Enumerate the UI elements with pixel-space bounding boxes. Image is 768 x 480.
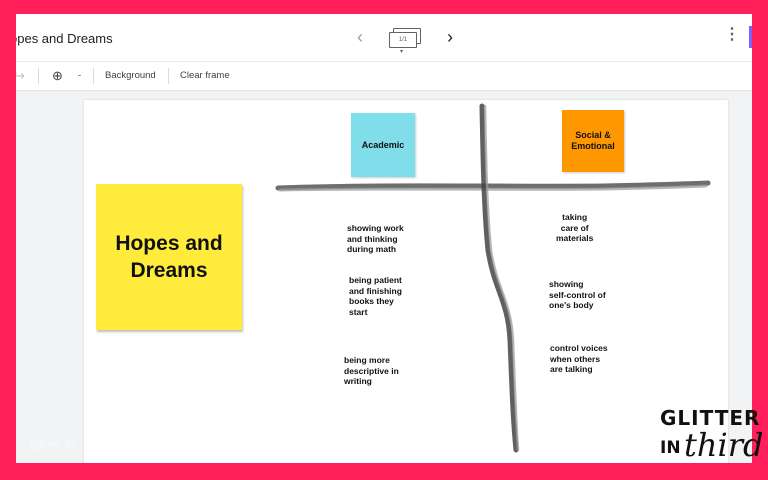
academic-note[interactable]: being more descriptive in writing <box>344 355 399 387</box>
academic-note[interactable]: being patient and finishing books they s… <box>349 275 402 317</box>
logo-text: IN <box>660 438 681 458</box>
academic-note[interactable]: showing work and thinking during math <box>347 223 404 255</box>
zoom-icon[interactable]: ⊕ <box>52 62 63 90</box>
logo-text: third <box>684 426 764 464</box>
toolbar: ↪ ⊕ - Background Clear frame <box>16 61 752 91</box>
watermark-text: Glitter in <box>30 438 75 452</box>
jamboard-app: opes and Dreams ‹ 1/1 ▾ › ⋮ ↪ ⊕ - Backgr… <box>16 14 752 463</box>
frame-indicator: 1/1 <box>389 32 417 48</box>
board-title[interactable]: opes and Dreams <box>16 31 113 46</box>
social-note[interactable]: control voices when others are talking <box>550 343 608 375</box>
board-canvas[interactable]: Hopes and Dreams Academic Social & Emoti… <box>84 100 728 463</box>
redo-icon[interactable]: ↪ <box>16 62 25 90</box>
toolbar-divider <box>38 68 39 84</box>
caret-down-icon: ▾ <box>400 49 404 55</box>
social-note[interactable]: taking care of materials <box>556 212 593 244</box>
more-options-icon[interactable]: ⋮ <box>724 27 740 43</box>
social-note[interactable]: showing self-control of one's body <box>549 279 606 311</box>
glitter-in-third-logo: GLITTER IN third <box>656 404 763 468</box>
next-frame-button[interactable]: › <box>440 27 460 48</box>
share-button-edge[interactable] <box>749 26 752 48</box>
top-bar: opes and Dreams ‹ 1/1 ▾ › ⋮ <box>16 14 752 61</box>
hopes-dreams-sticky[interactable]: Hopes and Dreams <box>96 184 242 330</box>
social-emotional-sticky[interactable]: Social & Emotional <box>562 110 624 172</box>
frame-bar-button[interactable]: 1/1 ▾ <box>389 28 421 55</box>
clear-frame-button[interactable]: Clear frame <box>180 62 230 90</box>
background-button[interactable]: Background <box>105 62 156 90</box>
toolbar-divider <box>93 68 94 84</box>
toolbar-divider <box>168 68 169 84</box>
prev-frame-button[interactable]: ‹ <box>350 27 370 48</box>
academic-sticky[interactable]: Academic <box>351 113 415 177</box>
zoom-dropdown[interactable]: - <box>78 62 81 90</box>
